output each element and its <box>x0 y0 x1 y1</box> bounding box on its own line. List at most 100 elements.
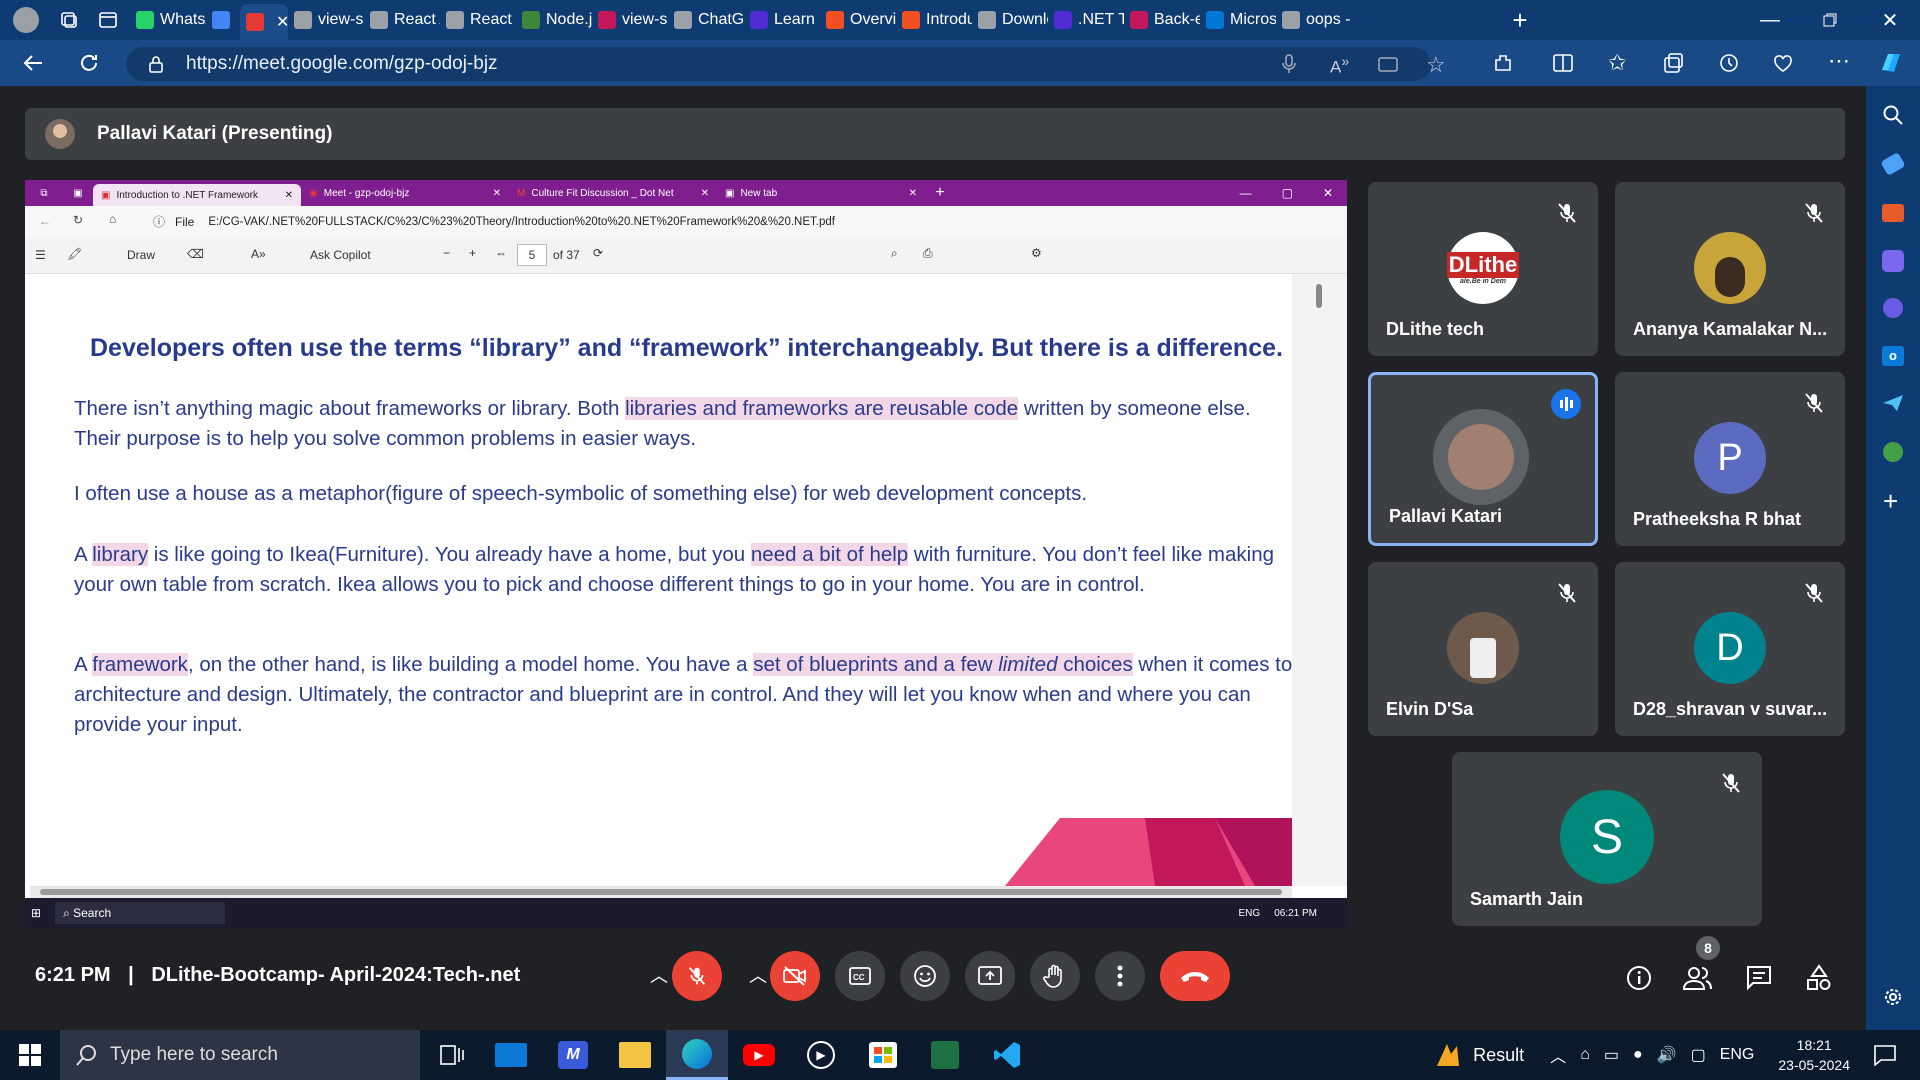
browser-tab[interactable]: ChatGP <box>668 0 744 40</box>
people-button[interactable]: 8 <box>1682 936 1720 992</box>
back-arrow-icon[interactable] <box>22 52 44 74</box>
notifications-icon[interactable] <box>1850 1044 1920 1066</box>
close-tab-icon[interactable]: ✕ <box>276 12 288 32</box>
profile-avatar[interactable] <box>0 7 52 33</box>
tab-actions-icon[interactable] <box>86 11 130 29</box>
url-bar[interactable]: https://meet.google.com/gzp-odoj-bjz A» … <box>126 47 1446 81</box>
tray-language[interactable]: ENG <box>1720 1046 1755 1064</box>
favorite-star-icon[interactable]: ☆ <box>1426 52 1446 78</box>
sidebar-copilot-icon[interactable] <box>1883 298 1903 318</box>
taskbar-search-box[interactable]: Type here to search <box>60 1030 420 1080</box>
excel-app-icon[interactable] <box>914 1041 976 1069</box>
new-tab-button[interactable]: + <box>1500 5 1540 36</box>
browser-tab[interactable]: WhatsA <box>130 0 206 40</box>
tray-display-icon[interactable]: ▢ <box>1691 1045 1706 1065</box>
present-screen-button[interactable] <box>965 951 1015 1001</box>
sidebar-send-icon[interactable] <box>1882 394 1904 412</box>
file-explorer-icon[interactable] <box>604 1042 666 1068</box>
microphone-icon[interactable] <box>1282 54 1296 74</box>
workspaces-icon[interactable] <box>52 10 86 30</box>
participant-tile-active[interactable]: Pallavi Katari <box>1368 372 1598 546</box>
collections-icon[interactable] <box>1662 52 1684 74</box>
split-screen-icon[interactable] <box>1552 52 1574 74</box>
meeting-details-icon[interactable] <box>1625 964 1653 992</box>
browser-tab[interactable]: React A <box>364 0 440 40</box>
browser-tab[interactable]: oops - <box>1276 0 1352 40</box>
sidebar-search-icon[interactable] <box>1882 104 1904 126</box>
tray-volume-icon[interactable]: 🔊 <box>1657 1045 1677 1065</box>
chat-icon[interactable] <box>1745 964 1773 992</box>
tray-battery-icon[interactable]: ▭ <box>1604 1045 1619 1065</box>
more-menu-icon[interactable]: ⋯ <box>1828 48 1850 74</box>
extensions-icon[interactable] <box>1492 52 1514 74</box>
browser-tab[interactable]: .NET Tu <box>1048 0 1124 40</box>
sidebar-shopping-icon[interactable] <box>1880 152 1906 176</box>
activities-icon[interactable] <box>1805 964 1833 992</box>
browser-tab[interactable]: React <box>440 0 516 40</box>
read-aloud-icon[interactable]: A» <box>1330 54 1349 78</box>
reactions-button[interactable] <box>900 951 950 1001</box>
history-icon[interactable] <box>1718 52 1740 74</box>
task-view-icon[interactable] <box>440 1044 480 1066</box>
windows-logo-icon <box>19 1044 41 1066</box>
sidebar-add-icon[interactable]: + <box>1883 486 1898 517</box>
participant-tile[interactable]: S Samarth Jain <box>1452 752 1762 926</box>
performance-icon[interactable] <box>1772 52 1794 74</box>
edge-app-icon[interactable] <box>666 1030 728 1080</box>
participant-name: Pallavi Katari <box>1389 506 1503 526</box>
tray-network-icon[interactable]: ⌂ <box>1580 1046 1590 1064</box>
youtube-app-icon[interactable]: ▶ <box>728 1044 790 1066</box>
media-player-icon[interactable]: ▶ <box>790 1041 852 1069</box>
toggle-mic-button[interactable] <box>672 951 722 1001</box>
sidebar-extension-icon[interactable] <box>1883 442 1903 462</box>
leave-call-button[interactable] <box>1160 951 1230 1001</box>
more-options-button[interactable] <box>1095 951 1145 1001</box>
participant-tile[interactable]: DLithe ale.Be in Dem DLithe tech <box>1368 182 1598 356</box>
store-app-icon[interactable] <box>852 1042 914 1068</box>
participant-tile[interactable]: D D28_shravan v suvar... <box>1615 562 1845 736</box>
copilot-icon[interactable] <box>1878 50 1906 76</box>
browser-tab[interactable]: Downlo <box>972 0 1048 40</box>
participant-tile[interactable]: P Pratheeksha R bhat <box>1615 372 1845 546</box>
minimize-button[interactable]: — <box>1740 9 1800 32</box>
refresh-icon[interactable] <box>78 52 100 74</box>
pdf-heading: Developers often use the terms “library”… <box>90 334 1283 362</box>
app-available-icon[interactable] <box>1378 55 1398 73</box>
restore-button[interactable] <box>1800 13 1860 27</box>
read-aloud-small-icon: A» <box>251 247 266 261</box>
raise-hand-button[interactable] <box>1030 951 1080 1001</box>
browser-tab[interactable]: Overvie <box>820 0 896 40</box>
browser-tab[interactable]: Learn b <box>744 0 820 40</box>
close-window-button[interactable]: ✕ <box>1860 8 1920 33</box>
sidebar-games-icon[interactable] <box>1882 250 1904 272</box>
browser-tab[interactable]: Introdu <box>896 0 972 40</box>
sidebar-tools-icon[interactable] <box>1882 204 1904 222</box>
browser-tab[interactable]: Back-er <box>1124 0 1200 40</box>
weather-widget[interactable]: Result <box>1433 1040 1524 1070</box>
browser-tab[interactable]: view-so <box>288 0 364 40</box>
participant-tile[interactable]: Elvin D'Sa <box>1368 562 1598 736</box>
tab-favicon-icon <box>674 11 692 29</box>
vscode-app-icon[interactable] <box>976 1040 1038 1070</box>
tray-chevron-icon[interactable]: ︿ <box>1550 1043 1566 1067</box>
browser-tab[interactable]: ✕ <box>240 4 288 40</box>
captions-button[interactable]: CC <box>835 951 885 1001</box>
mic-options-chevron-icon[interactable]: ︿ <box>650 962 668 988</box>
highlight-span: need a bit of help <box>750 543 909 566</box>
toggle-camera-button[interactable] <box>770 951 820 1001</box>
camera-options-chevron-icon[interactable]: ︿ <box>749 962 767 988</box>
mail-app-icon[interactable] <box>480 1043 542 1067</box>
browser-tab[interactable]: view-so <box>592 0 668 40</box>
start-button[interactable] <box>0 1044 60 1066</box>
browser-tab[interactable]: Microso <box>1200 0 1276 40</box>
power-automate-icon[interactable]: M <box>542 1041 604 1069</box>
browser-tab[interactable] <box>206 0 240 40</box>
taskbar-clock[interactable]: 18:21 23-05-2024 <box>1778 1035 1850 1075</box>
sidebar-settings-icon[interactable] <box>1882 986 1904 1008</box>
tray-mic-icon[interactable]: ● <box>1633 1046 1643 1064</box>
shared-tab-meet: ◉ Meet - gzp-odoj-bjz ✕ <box>309 187 501 199</box>
favorites-icon[interactable]: ✩ <box>1608 50 1626 76</box>
sidebar-outlook-icon[interactable]: o <box>1882 346 1904 366</box>
participant-tile[interactable]: Ananya Kamalakar N... <box>1615 182 1845 356</box>
browser-tab[interactable]: Node.js <box>516 0 592 40</box>
